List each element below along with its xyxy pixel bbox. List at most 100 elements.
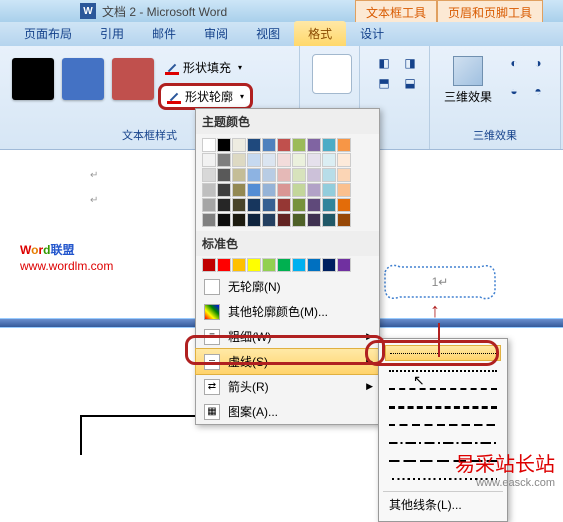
color-swatch[interactable] bbox=[262, 138, 276, 152]
color-swatch[interactable] bbox=[292, 168, 306, 182]
color-swatch[interactable] bbox=[337, 258, 351, 272]
tab-design[interactable]: 设计 bbox=[346, 21, 398, 46]
weight-item[interactable]: ≡ 粗细(W) ▶ bbox=[196, 324, 379, 349]
color-swatch[interactable] bbox=[217, 138, 231, 152]
color-swatch[interactable] bbox=[292, 153, 306, 167]
textbox-tools-tab[interactable]: 文本框工具 bbox=[355, 0, 437, 22]
3d-tilt-1[interactable]: ◐ bbox=[502, 54, 526, 72]
color-swatch[interactable] bbox=[292, 198, 306, 212]
color-swatch[interactable] bbox=[277, 138, 291, 152]
color-swatch[interactable] bbox=[217, 153, 231, 167]
color-swatch[interactable] bbox=[202, 183, 216, 197]
color-swatch[interactable] bbox=[247, 138, 261, 152]
color-swatch[interactable] bbox=[247, 213, 261, 227]
color-swatch[interactable] bbox=[262, 153, 276, 167]
color-swatch[interactable] bbox=[307, 168, 321, 182]
color-swatch[interactable] bbox=[337, 153, 351, 167]
shadow-btn-1[interactable]: ◧ bbox=[372, 54, 396, 72]
color-swatch[interactable] bbox=[277, 258, 291, 272]
tab-review[interactable]: 审阅 bbox=[190, 21, 242, 46]
color-swatch[interactable] bbox=[202, 213, 216, 227]
dash-style-2[interactable] bbox=[385, 363, 501, 379]
color-swatch[interactable] bbox=[322, 153, 336, 167]
color-swatch[interactable] bbox=[292, 258, 306, 272]
color-swatch[interactable] bbox=[322, 168, 336, 182]
color-swatch[interactable] bbox=[202, 138, 216, 152]
shadow-btn-4[interactable]: ⬓ bbox=[398, 74, 422, 92]
color-swatch[interactable] bbox=[307, 153, 321, 167]
dash-style-3[interactable] bbox=[385, 381, 501, 397]
color-swatch[interactable] bbox=[247, 198, 261, 212]
color-swatch[interactable] bbox=[232, 198, 246, 212]
color-swatch[interactable] bbox=[217, 183, 231, 197]
tab-mailings[interactable]: 邮件 bbox=[138, 21, 190, 46]
color-swatch[interactable] bbox=[337, 213, 351, 227]
3d-effects-button[interactable]: 三维效果 bbox=[438, 50, 498, 111]
color-swatch[interactable] bbox=[217, 213, 231, 227]
color-swatch[interactable] bbox=[262, 258, 276, 272]
color-swatch[interactable] bbox=[232, 213, 246, 227]
color-swatch[interactable] bbox=[307, 198, 321, 212]
3d-tilt-4[interactable]: ◓ bbox=[526, 82, 550, 100]
color-swatch[interactable] bbox=[307, 183, 321, 197]
color-swatch[interactable] bbox=[232, 153, 246, 167]
shape-fill-button[interactable]: 形状填充 ▾ bbox=[158, 56, 253, 79]
color-swatch[interactable] bbox=[322, 258, 336, 272]
color-swatch[interactable] bbox=[307, 213, 321, 227]
dash-style-5[interactable] bbox=[385, 417, 501, 433]
color-swatch[interactable] bbox=[337, 168, 351, 182]
color-swatch[interactable] bbox=[262, 198, 276, 212]
color-swatch[interactable] bbox=[322, 183, 336, 197]
color-swatch[interactable] bbox=[202, 258, 216, 272]
dash-style-1[interactable] bbox=[385, 345, 501, 361]
color-swatch[interactable] bbox=[292, 183, 306, 197]
color-swatch[interactable] bbox=[277, 183, 291, 197]
color-swatch[interactable] bbox=[232, 138, 246, 152]
other-lines-item[interactable]: 其他线条(L)... bbox=[383, 491, 503, 517]
pattern-item[interactable]: ▦ 图案(A)... bbox=[196, 399, 379, 424]
tab-layout[interactable]: 页面布局 bbox=[10, 21, 86, 46]
color-swatch[interactable] bbox=[232, 258, 246, 272]
color-swatch[interactable] bbox=[262, 168, 276, 182]
color-swatch[interactable] bbox=[262, 183, 276, 197]
style-swatch-1[interactable] bbox=[12, 58, 54, 100]
color-swatch[interactable] bbox=[217, 258, 231, 272]
color-swatch[interactable] bbox=[307, 258, 321, 272]
color-swatch[interactable] bbox=[307, 138, 321, 152]
color-swatch[interactable] bbox=[322, 213, 336, 227]
current-style-preview[interactable] bbox=[312, 54, 352, 94]
color-swatch[interactable] bbox=[202, 198, 216, 212]
tab-format[interactable]: 格式 bbox=[294, 21, 346, 46]
header-footer-tools-tab[interactable]: 页眉和页脚工具 bbox=[437, 0, 543, 22]
color-swatch[interactable] bbox=[232, 168, 246, 182]
color-swatch[interactable] bbox=[292, 213, 306, 227]
color-swatch[interactable] bbox=[277, 213, 291, 227]
dash-style-4[interactable] bbox=[385, 399, 501, 415]
color-swatch[interactable] bbox=[337, 183, 351, 197]
shadow-btn-3[interactable]: ⬒ bbox=[372, 74, 396, 92]
dashes-item[interactable]: ┄ 虚线(S) ▶ bbox=[195, 348, 380, 375]
color-swatch[interactable] bbox=[277, 153, 291, 167]
no-outline-item[interactable]: 无轮廓(N) bbox=[196, 274, 379, 299]
color-swatch[interactable] bbox=[202, 153, 216, 167]
style-swatch-2[interactable] bbox=[62, 58, 104, 100]
tab-references[interactable]: 引用 bbox=[86, 21, 138, 46]
color-swatch[interactable] bbox=[247, 258, 261, 272]
arrows-item[interactable]: ⇄ 箭头(R) ▶ bbox=[196, 374, 379, 399]
color-swatch[interactable] bbox=[217, 168, 231, 182]
more-colors-item[interactable]: 其他轮廓颜色(M)... bbox=[196, 299, 379, 324]
color-swatch[interactable] bbox=[247, 153, 261, 167]
shadow-btn-2[interactable]: ◨ bbox=[398, 54, 422, 72]
color-swatch[interactable] bbox=[322, 138, 336, 152]
color-swatch[interactable] bbox=[247, 183, 261, 197]
3d-tilt-3[interactable]: ◒ bbox=[502, 82, 526, 100]
color-swatch[interactable] bbox=[262, 213, 276, 227]
color-swatch[interactable] bbox=[247, 168, 261, 182]
banner-shape[interactable]: 1↵ bbox=[380, 262, 500, 302]
color-swatch[interactable] bbox=[202, 168, 216, 182]
color-swatch[interactable] bbox=[322, 198, 336, 212]
color-swatch[interactable] bbox=[232, 183, 246, 197]
tab-view[interactable]: 视图 bbox=[242, 21, 294, 46]
shape-outline-button[interactable]: 形状轮廓 ▾ bbox=[158, 83, 253, 110]
color-swatch[interactable] bbox=[337, 198, 351, 212]
